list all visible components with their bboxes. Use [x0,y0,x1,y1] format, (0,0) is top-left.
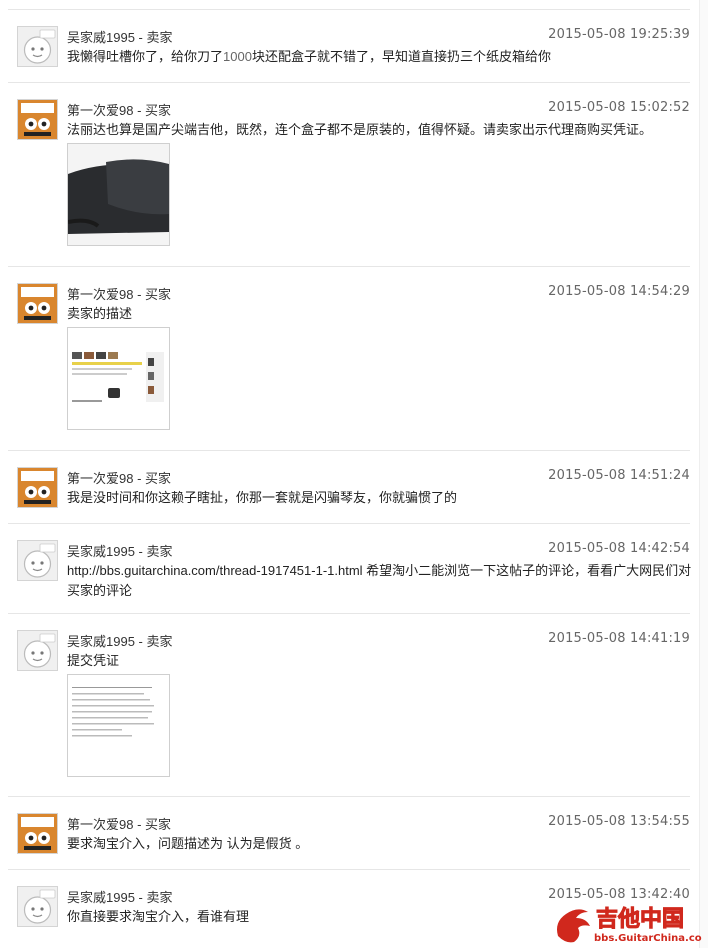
message-text: 法丽达也算是国产尖端吉他，既然，连个盒子都不是原装的，值得怀疑。请卖家出示代理商… [67,122,653,137]
message-text: 我懒得吐槽你了，给你刀了1000块还配盒子就不错了，早知道直接扔三个纸皮箱给你 [67,47,692,67]
divider [8,869,690,870]
divider [8,796,690,797]
timestamp: 2015-05-08 14:42:54 [548,541,690,556]
author-name[interactable]: 吴家威1995 - 卖家 [67,887,172,906]
image-thumbnail[interactable] [67,143,170,246]
text-document-image [68,675,169,776]
avatar[interactable] [17,813,58,854]
default-avatar-icon [18,541,57,580]
web-screenshot-image [68,328,169,429]
avatar[interactable] [17,99,58,140]
scrollbar[interactable] [699,0,708,948]
author-name[interactable]: 吴家威1995 - 卖家 [67,27,172,46]
divider [8,450,690,451]
watermark: 吉他中国 bbs.GuitarChina.com [552,898,710,946]
message-text-part: 块还配盒子就不错了，早知道直接扔三个纸皮箱给你 [251,49,551,64]
cartoon-avatar-icon [18,468,57,507]
divider [8,9,690,10]
message-text: 要求淘宝介入，问题描述为 认为是假货 。 [67,836,309,851]
avatar[interactable] [17,467,58,508]
guitar-logo-icon: 吉他中国 bbs.GuitarChina.com [557,906,710,944]
cartoon-avatar-icon [18,284,57,323]
avatar[interactable] [17,630,58,671]
author-name[interactable]: 第一次爱98 - 买家 [67,814,171,833]
avatar[interactable] [17,540,58,581]
timestamp: 2015-05-08 15:02:52 [548,100,690,115]
gig-bag-image [68,144,169,245]
avatar[interactable] [17,26,58,67]
divider [8,82,690,83]
default-avatar-icon [18,887,57,926]
divider [8,613,690,614]
author-name[interactable]: 吴家威1995 - 卖家 [67,541,172,560]
message-text-part: 我懒得吐槽你了，给你刀了 [67,49,224,64]
timestamp: 2015-05-08 14:41:19 [548,631,690,646]
timestamp: 2015-05-08 19:25:39 [548,27,690,42]
watermark-title: 吉他中国 [596,906,684,932]
message-text-number: 1000 [223,49,252,64]
avatar[interactable] [17,283,58,324]
author-name[interactable]: 第一次爱98 - 买家 [67,100,171,119]
default-avatar-icon [18,27,57,66]
timestamp: 2015-05-08 14:54:29 [548,284,690,299]
image-thumbnail[interactable] [67,674,170,777]
author-name[interactable]: 第一次爱98 - 买家 [67,284,171,303]
timestamp: 2015-05-08 14:51:24 [548,468,690,483]
watermark-url: bbs.GuitarChina.com [594,933,702,944]
timestamp: 2015-05-08 13:54:55 [548,814,690,829]
cartoon-avatar-icon [18,100,57,139]
image-thumbnail[interactable] [67,327,170,430]
message-text: 提交凭证 [67,653,120,668]
message-text: 我是没时间和你这赖子瞎扯，你那一套就是闪骗琴友，你就骗惯了的 [67,490,458,505]
message-text: 卖家的描述 [67,306,133,321]
avatar[interactable] [17,886,58,927]
author-name[interactable]: 吴家威1995 - 卖家 [67,631,172,650]
author-name[interactable]: 第一次爱98 - 买家 [67,468,171,487]
divider [8,523,690,524]
divider [8,266,690,267]
message-text: http://bbs.guitarchina.com/thread-191745… [67,563,692,598]
default-avatar-icon [18,631,57,670]
cartoon-avatar-icon [18,814,57,853]
